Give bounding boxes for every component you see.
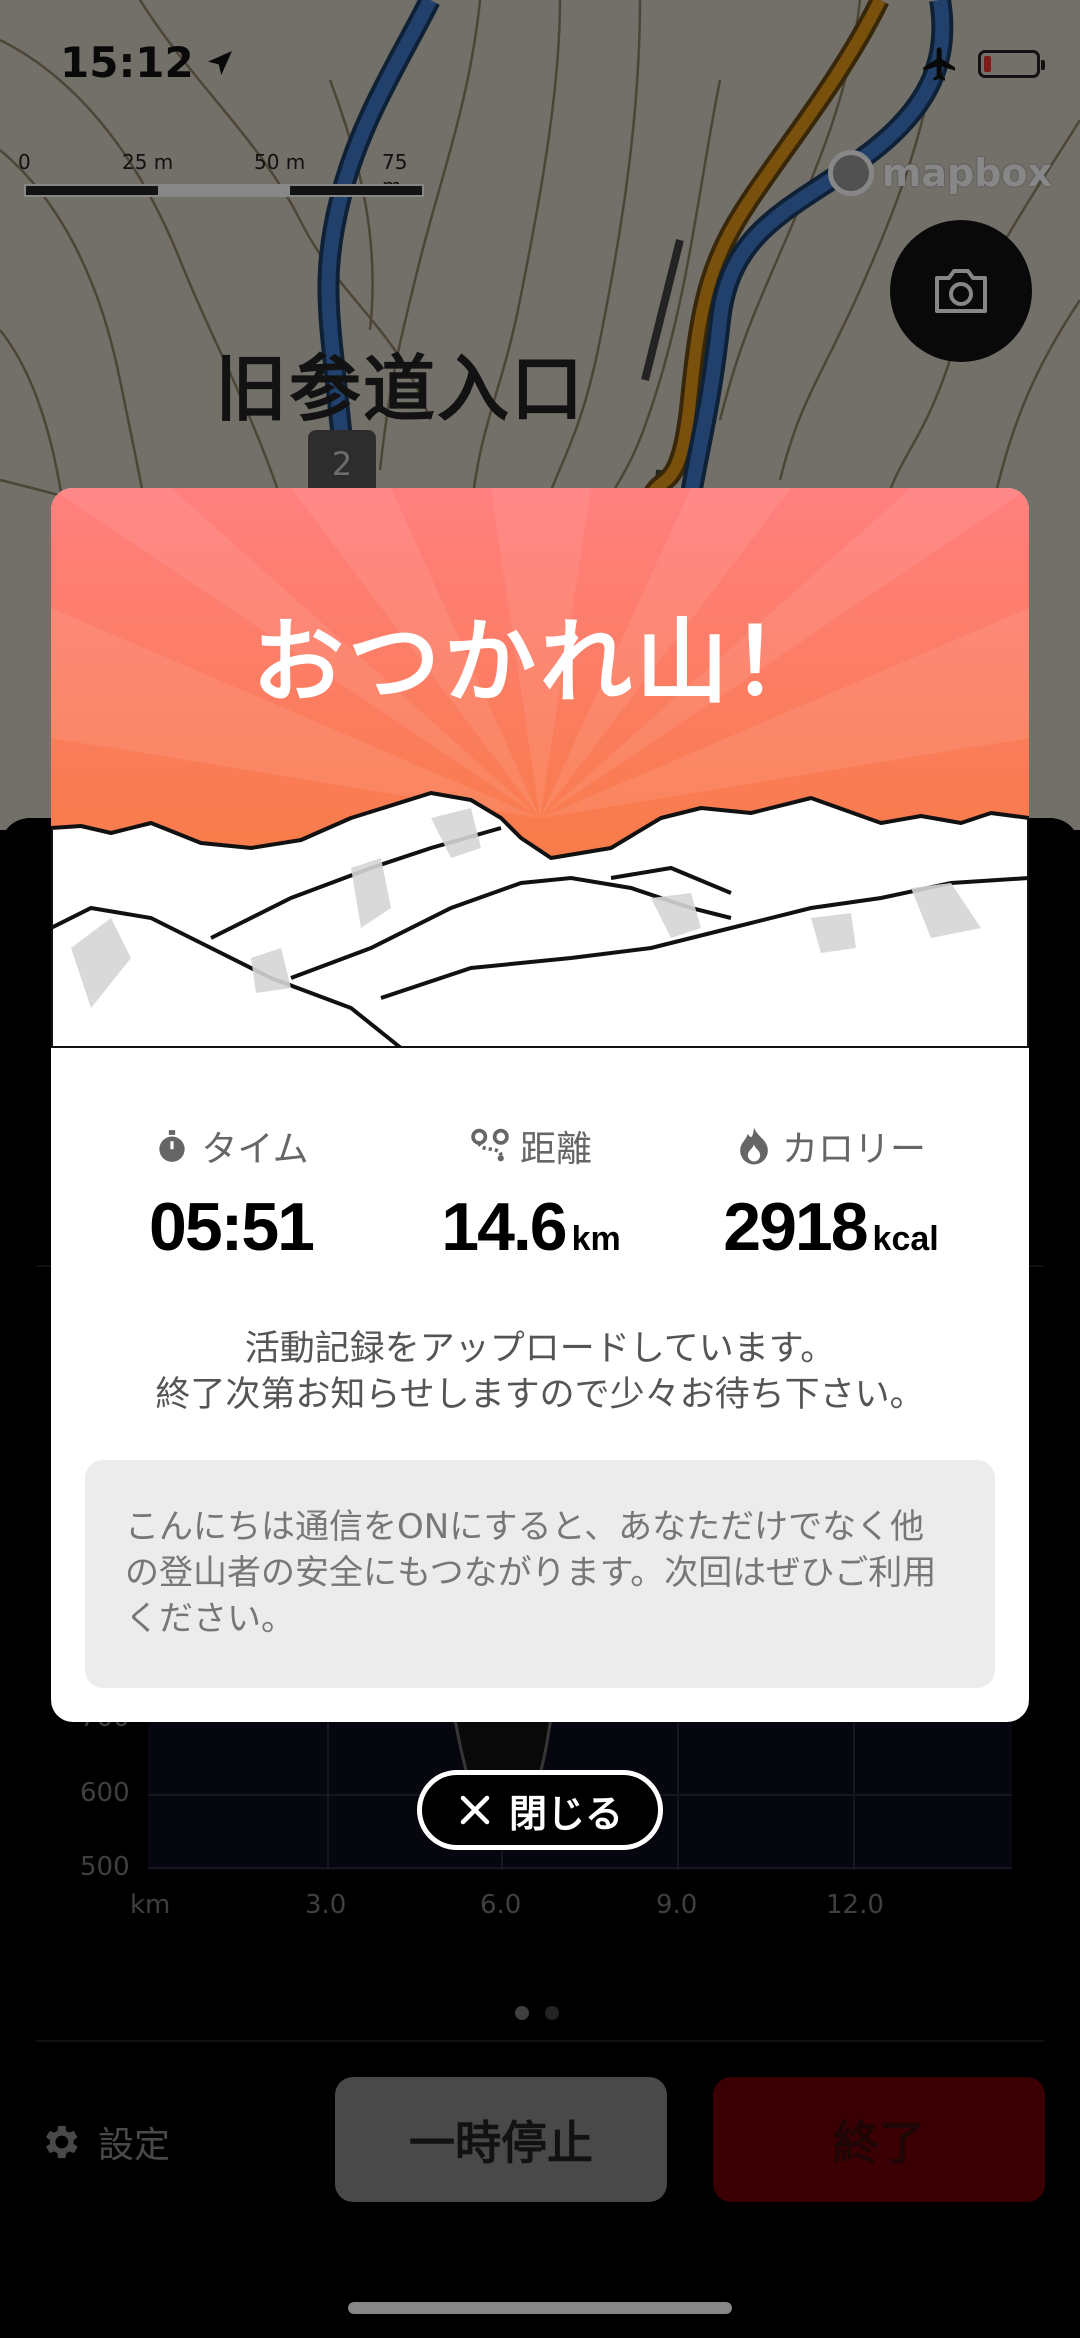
upload-message-line2: 終了次第お知らせしますので少々お待ち下さい。: [155, 1375, 925, 1415]
upload-message-line1: 活動記録をアップロードしています。: [244, 1329, 836, 1369]
stat-distance: 距離 14.6 km: [401, 1120, 661, 1266]
stats-row: タイム 05:51 距離 14.6 km カロリー 2918 kcal: [51, 1120, 1029, 1265]
close-button[interactable]: 閉じる: [417, 1770, 663, 1850]
flame-icon: [740, 1127, 768, 1165]
route-icon: [471, 1128, 509, 1162]
stat-calories-unit: kcal: [872, 1220, 939, 1258]
upload-message: 活動記録をアップロードしています。 終了次第お知らせしますので少々お待ち下さい。: [51, 1326, 1029, 1418]
stat-distance-value: 14.6: [441, 1189, 567, 1265]
stat-time-value: 05:51: [149, 1189, 315, 1265]
close-button-label: 閉じる: [508, 1791, 623, 1836]
stat-distance-label: 距離: [519, 1129, 592, 1170]
hero-illustration: [51, 488, 1029, 1048]
connectivity-info-text: こんにちは通信をONにすると、あなただけでなく他の登山者の安全にもつながります。…: [125, 1507, 937, 1639]
stat-time: タイム 05:51: [101, 1120, 361, 1266]
close-icon: [460, 1795, 490, 1825]
connectivity-info-box: こんにちは通信をONにすると、あなただけでなく他の登山者の安全にもつながります。…: [85, 1460, 995, 1688]
stat-calories-label: カロリー: [781, 1129, 926, 1170]
completion-modal: おつかれ山！ タイム 05:51 距離 14.6 km カロリー 2918 kc…: [51, 488, 1029, 1722]
stat-distance-unit: km: [571, 1220, 621, 1258]
modal-title: おつかれ山！: [251, 609, 828, 716]
stat-calories-value: 2918: [723, 1189, 868, 1265]
stopwatch-icon: [159, 1130, 186, 1162]
stat-calories: カロリー 2918 kcal: [671, 1120, 991, 1266]
stat-time-label: タイム: [201, 1129, 309, 1170]
